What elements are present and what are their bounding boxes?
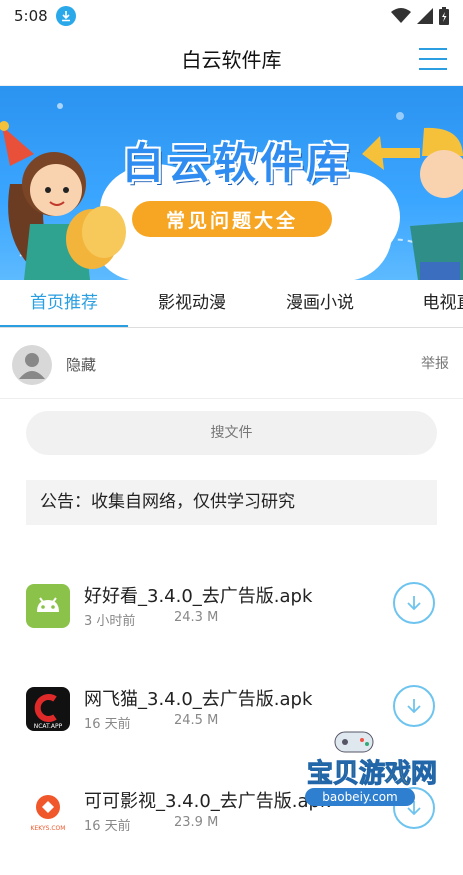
owner-row: 隐藏 举报 xyxy=(0,329,463,399)
report-link[interactable]: 举报 xyxy=(421,353,449,373)
status-bar: 5:08 xyxy=(0,0,463,32)
tab-comic-novel[interactable]: 漫画小说 xyxy=(256,280,384,327)
kekys-icon: KEKYS.COM xyxy=(26,789,70,833)
page-title: 白云软件库 xyxy=(181,48,282,72)
download-button[interactable] xyxy=(393,685,435,727)
ncat-app-icon: NCAT.APP xyxy=(26,687,70,731)
svg-text:KEKYS.COM: KEKYS.COM xyxy=(31,825,66,832)
site-watermark: 宝贝游戏网 baobeiy.com xyxy=(305,731,438,806)
owner-name: 隐藏 xyxy=(66,356,97,374)
app-header: 白云软件库 xyxy=(0,32,463,86)
file-time: 16 天前 xyxy=(84,717,131,732)
file-name: 好好看_3.4.0_去广告版.apk xyxy=(84,586,313,607)
file-size: 24.3 M xyxy=(174,610,219,625)
download-notification-icon xyxy=(55,6,76,26)
watermark-title: 宝贝游戏网 xyxy=(307,758,437,789)
search-input[interactable] xyxy=(26,411,437,455)
battery-icon xyxy=(439,7,449,25)
android-icon xyxy=(26,584,70,628)
svg-text:NCAT.APP: NCAT.APP xyxy=(34,723,63,730)
banner-subtitle-pill: 常见问题大全 xyxy=(132,201,332,237)
wifi-icon xyxy=(391,8,411,23)
user-icon xyxy=(19,353,45,379)
list-item[interactable]: 好好看_3.4.0_去广告版.apk 3 小时前 24.3 M xyxy=(0,580,463,670)
tab-home-recommend[interactable]: 首页推荐 xyxy=(0,280,128,327)
file-time: 16 天前 xyxy=(84,819,131,834)
status-time: 5:08 xyxy=(14,7,48,25)
tab-tv-live[interactable]: 电视直 xyxy=(384,280,463,327)
file-size: 24.5 M xyxy=(174,713,219,728)
tab-film-anime[interactable]: 影视动漫 xyxy=(128,280,256,327)
download-arrow-icon xyxy=(407,596,421,611)
hamburger-menu-icon[interactable] xyxy=(419,48,447,70)
file-time: 3 小时前 xyxy=(84,614,136,629)
announcement-banner: 公告：收集自网络，仅供学习研究 xyxy=(26,480,437,525)
download-arrow-icon xyxy=(407,699,421,714)
avatar[interactable] xyxy=(12,345,52,385)
category-tabs: 首页推荐 影视动漫 漫画小说 电视直 xyxy=(0,280,463,328)
gamepad-icon xyxy=(334,731,374,753)
file-name: 网飞猫_3.4.0_去广告版.apk xyxy=(84,689,313,710)
signal-icon xyxy=(417,8,433,24)
download-button[interactable] xyxy=(393,582,435,624)
watermark-url: baobeiy.com xyxy=(322,790,397,804)
promo-banner[interactable]: 白云软件库 常见问题大全 xyxy=(0,86,463,280)
banner-title: 白云软件库 xyxy=(121,139,352,188)
